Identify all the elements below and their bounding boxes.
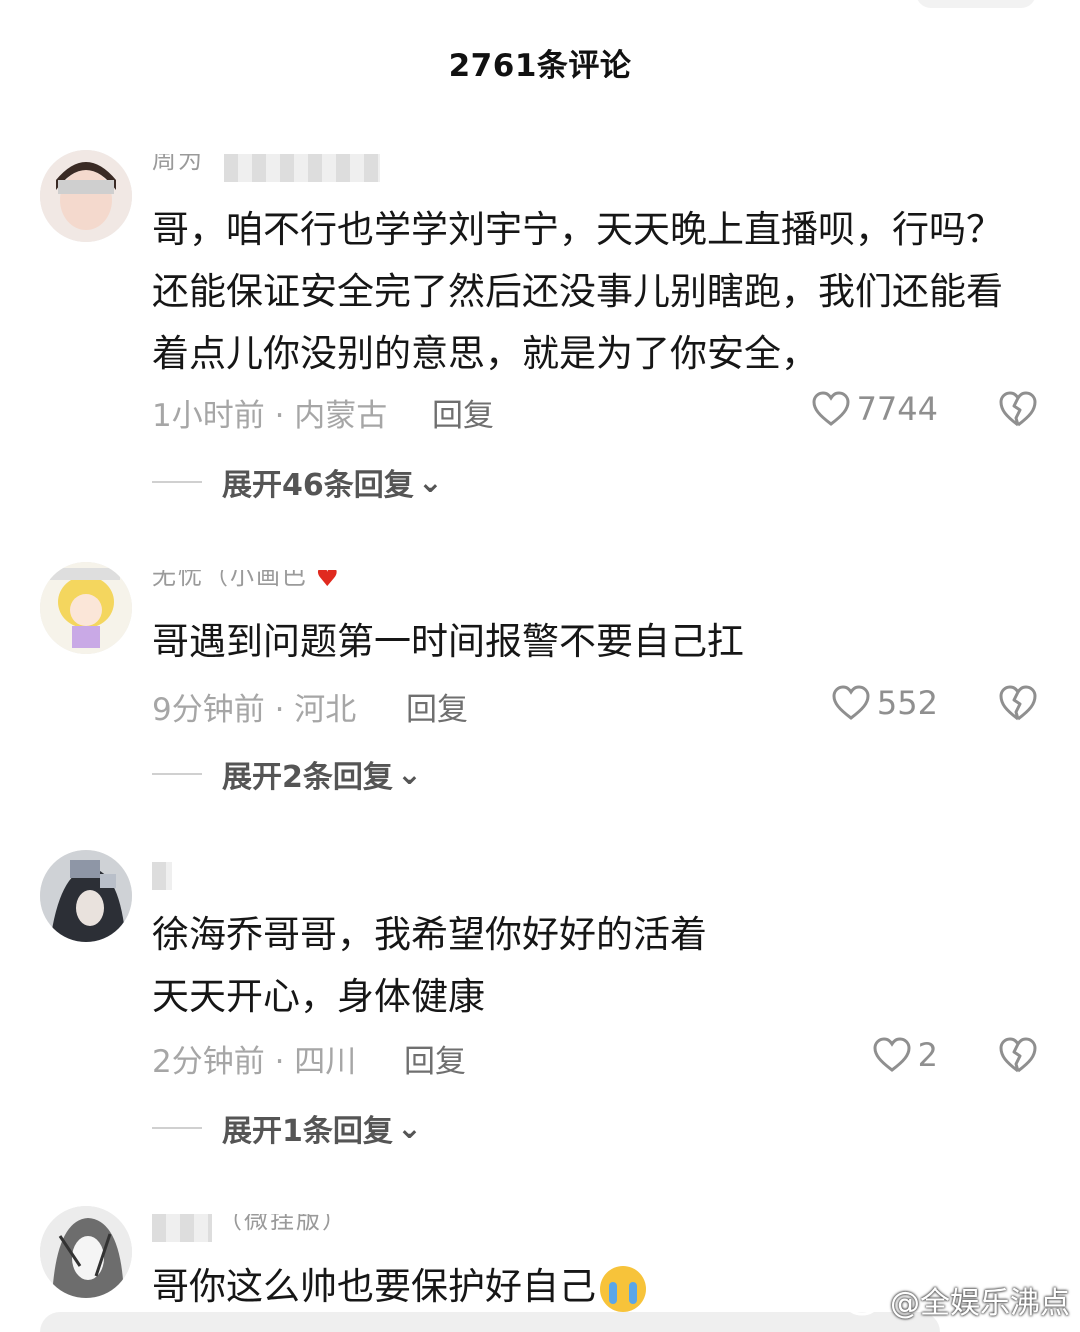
time-location: 2分钟前 · 四川	[152, 1044, 357, 1080]
comments-count-title: 2761条评论	[448, 48, 632, 84]
broken-heart-icon[interactable]	[998, 684, 1038, 722]
crying-face-icon	[600, 1265, 646, 1312]
like-button[interactable]: 2	[872, 1036, 938, 1074]
comment-text: 哥，咱不行也学学刘宇宁，天天晚上直播呗，行吗？ 还能保证安全完了然后还没事儿别瞎…	[152, 208, 1003, 375]
like-count: 552	[876, 684, 938, 722]
chevron-down-icon: ⌄	[417, 464, 443, 500]
avatar[interactable]	[40, 562, 132, 654]
like-button[interactable]: 552	[831, 684, 938, 722]
expand-replies-button[interactable]: 展开2条回复 ⌄	[152, 752, 422, 796]
username[interactable]: 无忧（小画巴 ♥	[152, 570, 412, 598]
reply-input-bar[interactable]	[40, 1312, 940, 1332]
red-heart-icon: ♥	[315, 570, 339, 593]
username-mosaic	[152, 862, 172, 890]
heart-icon	[873, 1037, 911, 1072]
time-location: 1小时前 · 内蒙古	[152, 398, 388, 434]
reply-button[interactable]: 回复	[404, 1036, 466, 1081]
divider-line	[152, 1127, 202, 1129]
avatar[interactable]	[40, 850, 132, 942]
comment-text: 哥遇到问题第一时间报警不要自己扛	[152, 620, 744, 663]
heart-icon	[832, 685, 870, 720]
like-count: 2	[917, 1036, 938, 1074]
username[interactable]	[152, 862, 182, 890]
watermark: @全娱乐沸点	[844, 1278, 1070, 1322]
username[interactable]: （微挂版）	[152, 1214, 352, 1242]
reply-button[interactable]: 回复	[432, 390, 494, 435]
heart-icon	[812, 391, 850, 426]
like-button[interactable]: 7744	[811, 390, 938, 428]
expand-replies-button[interactable]: 展开1条回复 ⌄	[152, 1106, 422, 1150]
top-bar-remnant	[916, 0, 1036, 8]
like-count: 7744	[856, 390, 938, 428]
expand-replies-button[interactable]: 展开46条回复 ⌄	[152, 460, 443, 504]
divider-line	[152, 481, 202, 483]
reply-button[interactable]: 回复	[406, 684, 468, 729]
username-mosaic	[152, 1214, 212, 1242]
username-mosaic	[224, 154, 380, 182]
weibo-logo-icon	[845, 1286, 882, 1316]
avatar[interactable]	[40, 1206, 132, 1298]
divider-line	[152, 773, 202, 775]
broken-heart-icon[interactable]	[998, 1036, 1038, 1074]
chevron-down-icon: ⌄	[396, 756, 423, 792]
broken-heart-icon[interactable]	[998, 390, 1038, 428]
username[interactable]: 周为	[152, 154, 392, 182]
avatar[interactable]	[40, 150, 132, 242]
comment-text: 徐海乔哥哥，我希望你好好的活着 天天开心，身体健康	[152, 913, 707, 1018]
time-location: 9分钟前 · 河北	[152, 692, 357, 728]
chevron-down-icon: ⌄	[396, 1110, 423, 1146]
